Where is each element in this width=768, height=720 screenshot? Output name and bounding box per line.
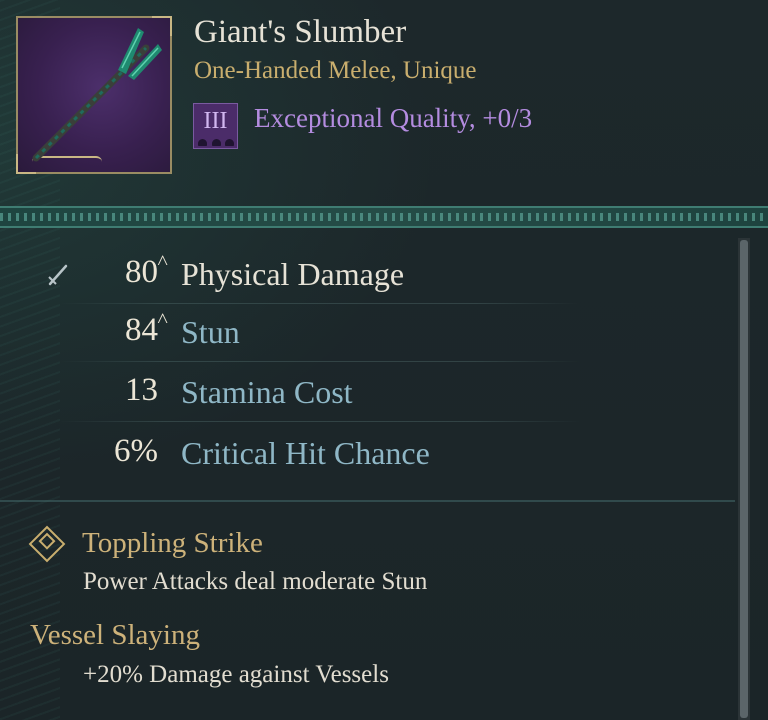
tier-pip [198, 139, 207, 146]
stat-row-stun: 84 ˄ Stun [0, 306, 700, 362]
sword-icon [48, 264, 68, 286]
quality-tier-badge: III [193, 103, 238, 149]
stat-row-crit-chance: 6% Critical Hit Chance [0, 427, 700, 483]
row-separator [60, 421, 580, 422]
stat-up-arrow: ˄ [157, 308, 169, 330]
row-separator [60, 361, 580, 362]
divider-pattern [0, 213, 768, 221]
row-separator [60, 303, 580, 304]
stat-row-physical-damage: 80 ˄ Physical Damage [0, 248, 700, 304]
stat-value: 6% [114, 433, 158, 469]
tier-numeral: III [203, 108, 228, 134]
item-quality: Exceptional Quality, +0/3 [254, 103, 533, 133]
trait-title: Toppling Strike [82, 527, 263, 559]
tier-pips [198, 139, 234, 146]
section-divider [0, 500, 735, 502]
tier-pip [225, 139, 234, 146]
section-divider [0, 206, 768, 228]
stat-value: 80 [125, 254, 158, 290]
diamond-icon [28, 525, 66, 563]
divider-edge [0, 226, 768, 228]
trait-description: Power Attacks deal moderate Stun [83, 568, 428, 595]
stat-row-stamina-cost: 13 Stamina Cost [0, 366, 700, 422]
trait-title: Vessel Slaying [30, 619, 200, 651]
stat-value: 13 [125, 372, 158, 408]
item-type: One-Handed Melee, Unique [194, 57, 477, 84]
tier-pip [211, 139, 221, 146]
spear-icon [32, 28, 162, 162]
item-name: Giant's Slumber [194, 14, 407, 50]
stat-up-arrow: ˄ [157, 250, 169, 272]
trait-description: +20% Damage against Vessels [83, 661, 389, 688]
stat-label: Stamina Cost [181, 374, 353, 410]
stat-value: 84 [125, 312, 158, 348]
scrollbar-thumb[interactable] [740, 240, 748, 718]
divider-edge [0, 206, 768, 208]
stat-label: Physical Damage [181, 256, 405, 292]
stat-label: Stun [181, 314, 240, 350]
stat-label: Critical Hit Chance [181, 435, 430, 471]
item-tooltip-panel: Giant's Slumber One-Handed Melee, Unique… [0, 0, 768, 720]
item-portrait [16, 16, 172, 174]
